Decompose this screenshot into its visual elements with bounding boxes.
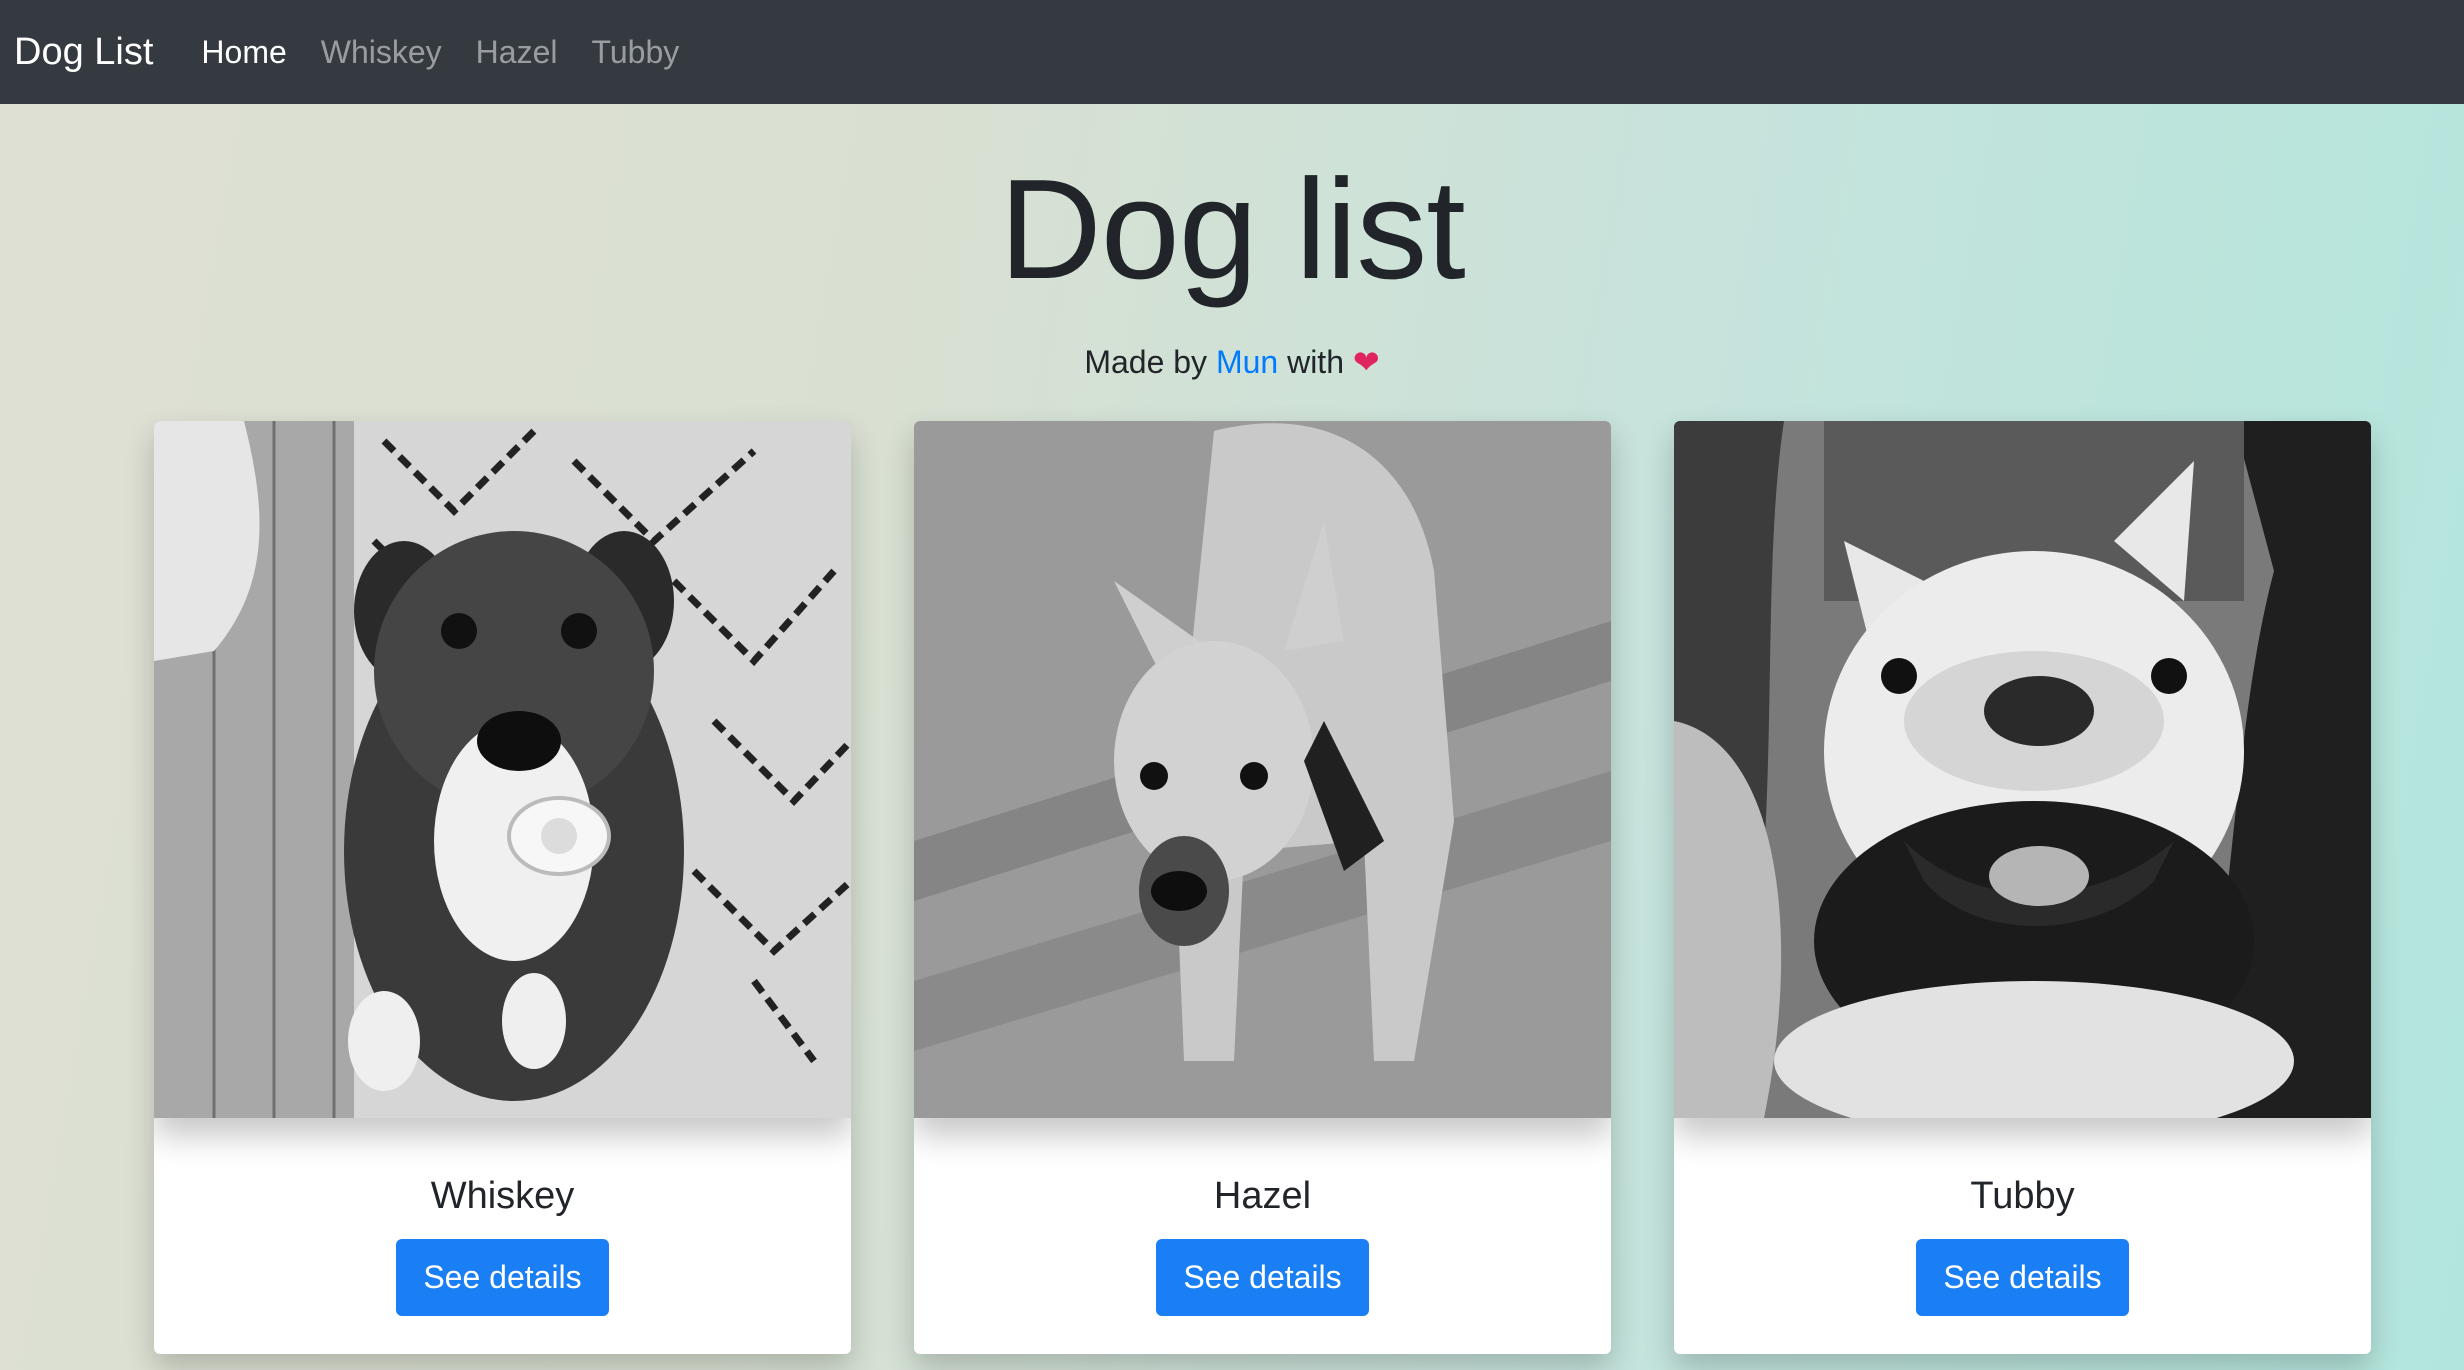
dog-name-tubby: Tubby [1970,1175,2075,1217]
dog-photo-whiskey [154,421,851,1118]
nav-link-home[interactable]: Home [201,34,286,71]
see-details-button-hazel[interactable]: See details [1156,1239,1369,1316]
subtitle-prefix: Made by [1084,344,1208,380]
heart-icon: ❤ [1352,344,1380,380]
dog-card-hazel: Hazel See details [914,421,1611,1354]
subtitle: Made by Mun with ❤ [0,342,2464,382]
see-details-button-whiskey[interactable]: See details [396,1239,609,1316]
dog-photo-hazel [914,421,1611,1118]
nav-link-hazel[interactable]: Hazel [476,34,558,71]
nav-link-whiskey[interactable]: Whiskey [321,34,442,71]
dog-name-hazel: Hazel [1213,1175,1312,1217]
dog-name-whiskey: Whiskey [430,1175,575,1217]
see-details-button-tubby[interactable]: See details [1916,1239,2129,1316]
navbar: Dog List Home Whiskey Hazel Tubby [0,0,2464,104]
dog-photo-tubby [1674,421,2371,1118]
author-link[interactable]: Mun [1216,344,1278,380]
navbar-brand[interactable]: Dog List [14,31,153,74]
nav-link-tubby[interactable]: Tubby [591,34,679,71]
dog-card-tubby: Tubby See details [1674,421,2371,1354]
dog-card-whiskey: Whiskey See details [154,421,851,1354]
page-title: Dog list [999,150,1466,309]
subtitle-suffix: with [1287,344,1344,380]
